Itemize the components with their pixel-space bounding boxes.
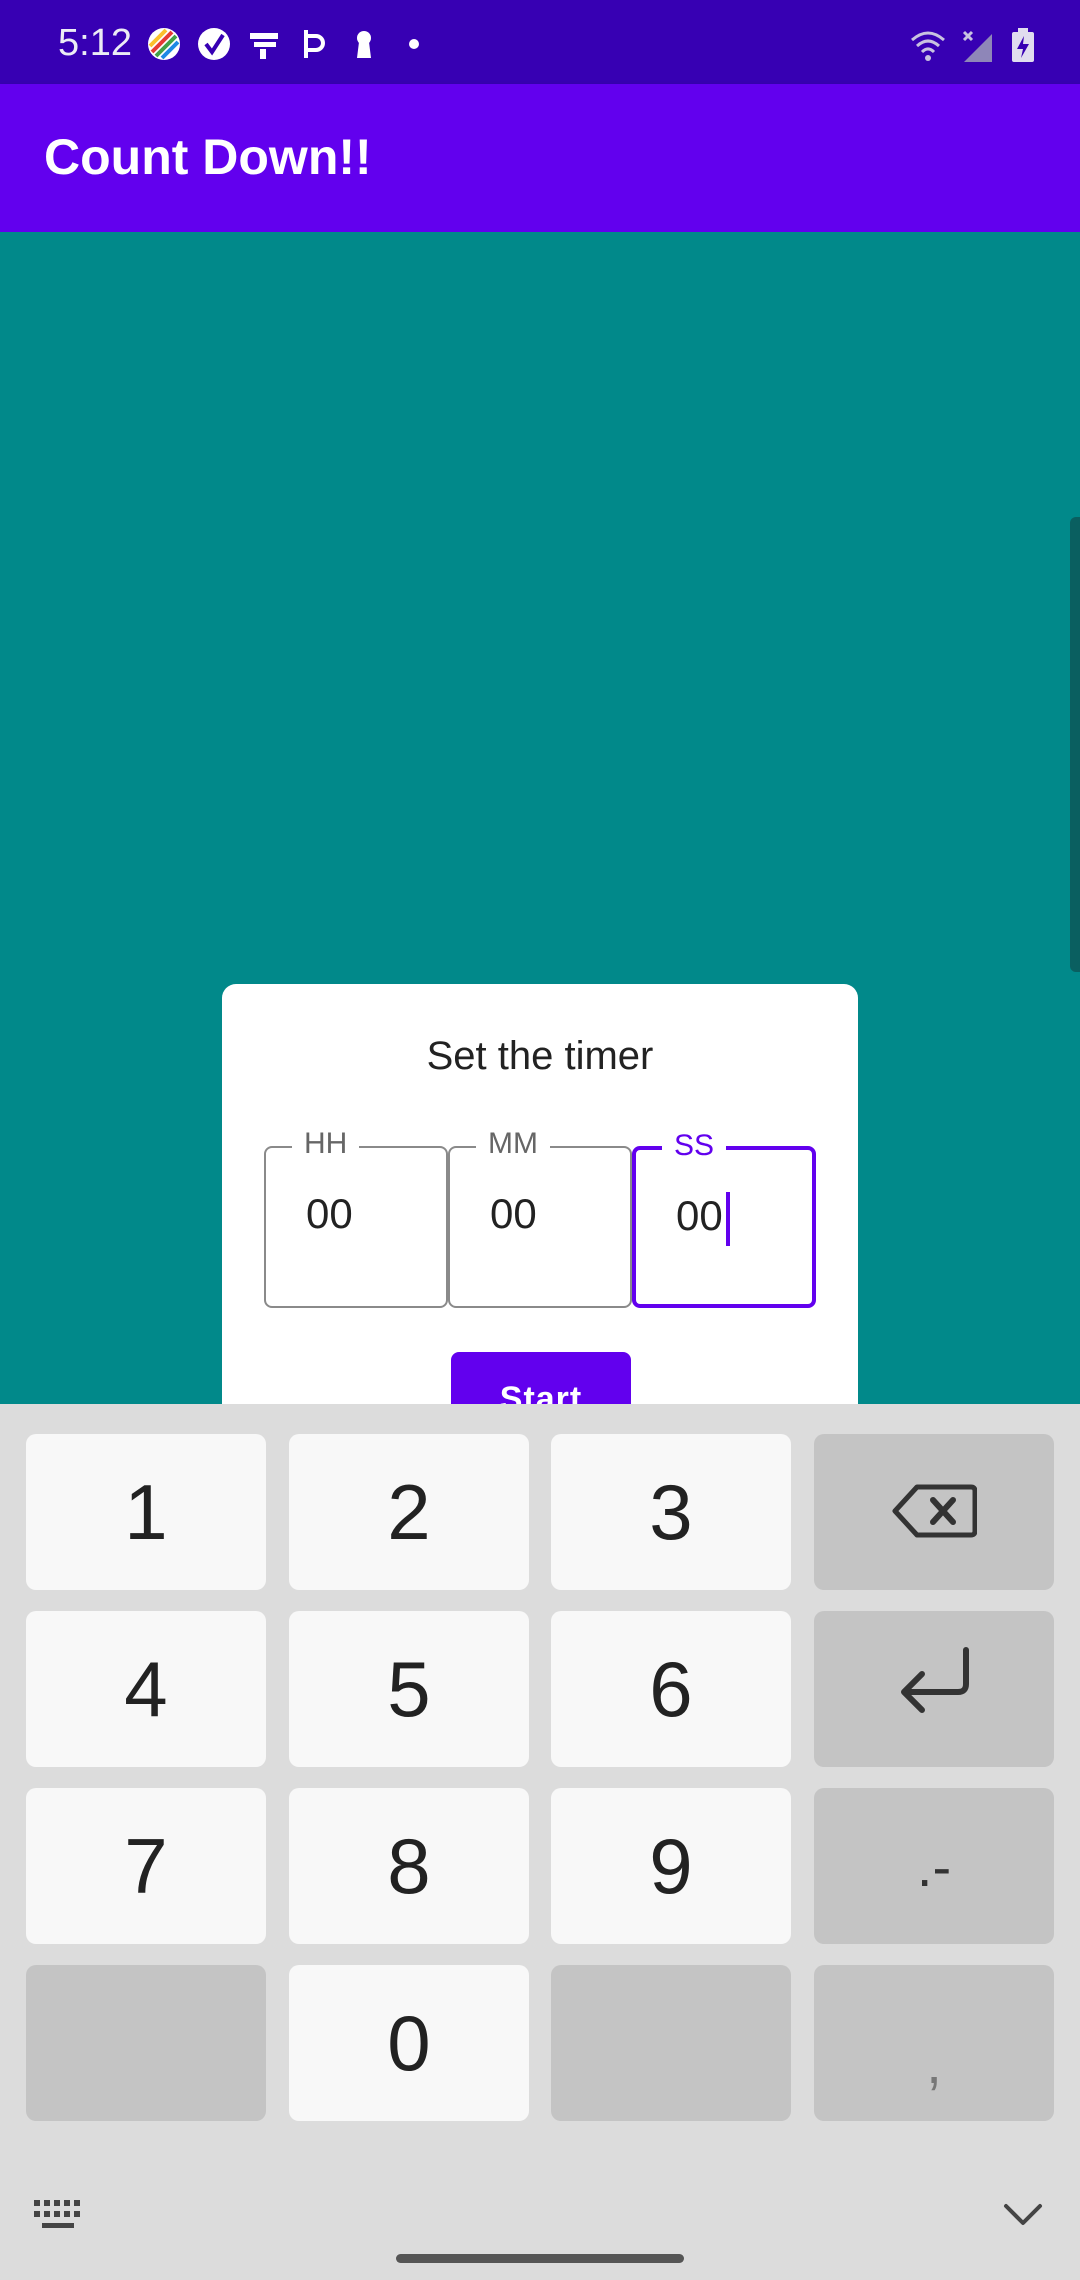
p-letter-icon xyxy=(296,26,332,62)
minutes-input[interactable]: 00 xyxy=(490,1190,610,1238)
key-0[interactable]: 0 xyxy=(289,1965,529,2121)
key-2[interactable]: 2 xyxy=(289,1434,529,1590)
seconds-input[interactable]: 00 xyxy=(676,1192,796,1240)
gesture-nav-handle[interactable] xyxy=(396,2254,684,2263)
text-cursor xyxy=(726,1192,730,1246)
key-dot-dash[interactable]: .- xyxy=(814,1788,1054,1944)
numeric-keyboard: 1 2 3 4 5 6 7 8 9 .- 0 , xyxy=(0,1404,1080,2280)
enter-icon xyxy=(892,1644,976,1735)
keyhole-icon xyxy=(346,26,382,62)
scrollbar-thumb[interactable] xyxy=(1070,517,1080,972)
seconds-label: SS xyxy=(662,1128,727,1164)
backspace-key[interactable] xyxy=(814,1434,1054,1590)
blank-key-left[interactable] xyxy=(26,1965,266,2121)
system-icons xyxy=(910,27,1036,69)
blank-key-right[interactable] xyxy=(551,1965,791,2121)
minutes-label: MM xyxy=(476,1126,550,1162)
key-comma[interactable]: , xyxy=(814,1965,1054,2121)
status-time: 5:12 xyxy=(58,22,132,64)
battery-charging-icon xyxy=(1010,27,1036,69)
dot-icon xyxy=(396,26,432,62)
key-4[interactable]: 4 xyxy=(26,1611,266,1767)
key-8[interactable]: 8 xyxy=(289,1788,529,1944)
check-circle-icon xyxy=(196,26,232,62)
chevron-down-icon xyxy=(1002,2204,1044,2234)
hours-label: HH xyxy=(292,1126,360,1162)
app-title: Count Down!! xyxy=(44,129,372,185)
key-3[interactable]: 3 xyxy=(551,1434,791,1590)
app-bar: Count Down!! xyxy=(0,84,1080,232)
key-9[interactable]: 9 xyxy=(551,1788,791,1944)
key-comma-label: , xyxy=(926,2031,942,2095)
wifi-icon xyxy=(910,28,946,69)
cellular-off-icon xyxy=(960,28,996,69)
key-5[interactable]: 5 xyxy=(289,1611,529,1767)
key-dot-dash-label: .- xyxy=(916,1834,952,1898)
key-1[interactable]: 1 xyxy=(26,1434,266,1590)
notification-icons xyxy=(146,24,432,64)
status-bar: 5:12 xyxy=(0,0,1080,84)
backspace-icon xyxy=(891,1467,978,1558)
keyboard-switch-button[interactable] xyxy=(32,2198,86,2237)
key-6[interactable]: 6 xyxy=(551,1611,791,1767)
key-7[interactable]: 7 xyxy=(26,1788,266,1944)
minutes-field[interactable]: MM 00 xyxy=(448,1126,632,1308)
enter-key[interactable] xyxy=(814,1611,1054,1767)
dialog-title: Set the timer xyxy=(426,1034,654,1078)
hours-field[interactable]: HH 00 xyxy=(264,1126,448,1308)
stripe-ball-icon xyxy=(146,26,182,62)
hide-keyboard-button[interactable] xyxy=(1002,2200,1044,2235)
keyboard-icon xyxy=(32,2200,86,2236)
hours-input[interactable]: 00 xyxy=(306,1190,426,1238)
stacked-bars-icon xyxy=(246,26,282,62)
seconds-field[interactable]: SS 00 xyxy=(632,1128,816,1308)
